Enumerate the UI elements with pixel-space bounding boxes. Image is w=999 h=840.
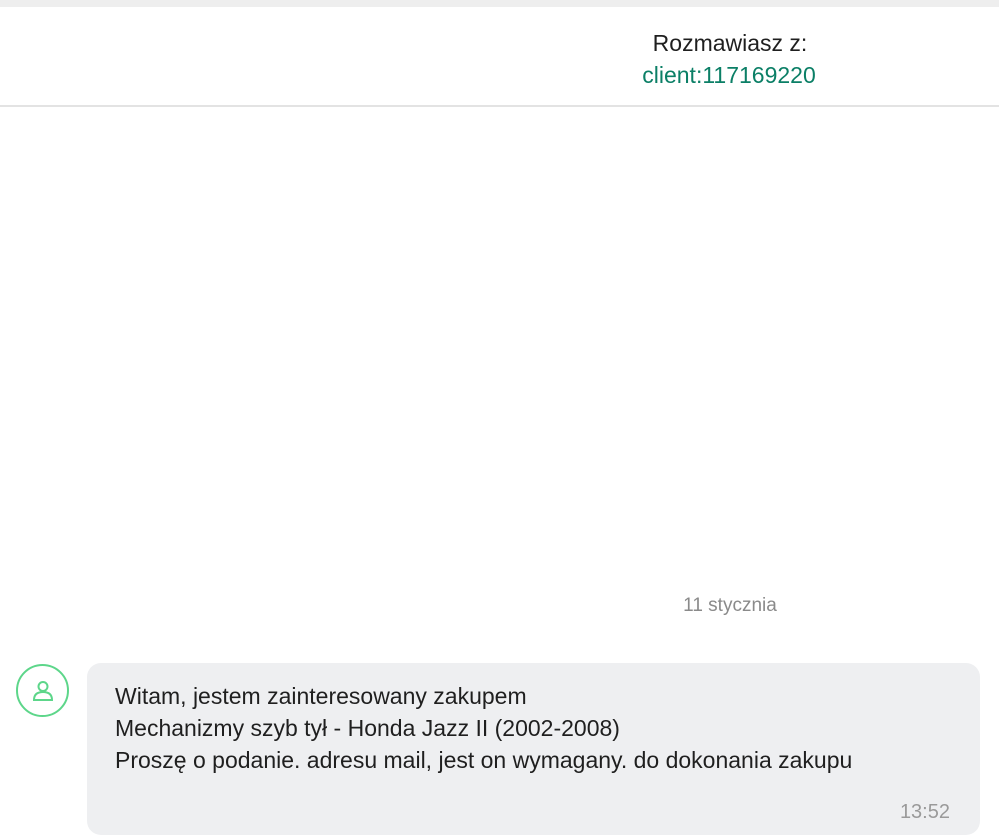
message-line: Mechanizmy szyb tył - Honda Jazz II (200… — [115, 715, 620, 741]
message-timestamp: 13:52 — [899, 801, 950, 823]
message-bubble: Witam, jestem zainteresowany zakupem Mec… — [87, 663, 980, 835]
header-title: Rozmawiasz z: — [652, 30, 808, 56]
message-line: Proszę o podanie. adresu mail, jest on w… — [115, 747, 853, 773]
chat-area[interactable]: 11 stycznia Witam, jestem zainteresowany… — [0, 109, 999, 840]
client-link[interactable]: client:117169220 — [600, 62, 858, 89]
user-icon — [16, 664, 69, 717]
message-line: Witam, jestem zainteresowany zakupem — [115, 683, 527, 709]
conversation-header: Rozmawiasz z: client:117169220 — [0, 7, 999, 107]
date-separator: 11 stycznia — [683, 595, 777, 616]
top-strip — [0, 0, 999, 7]
